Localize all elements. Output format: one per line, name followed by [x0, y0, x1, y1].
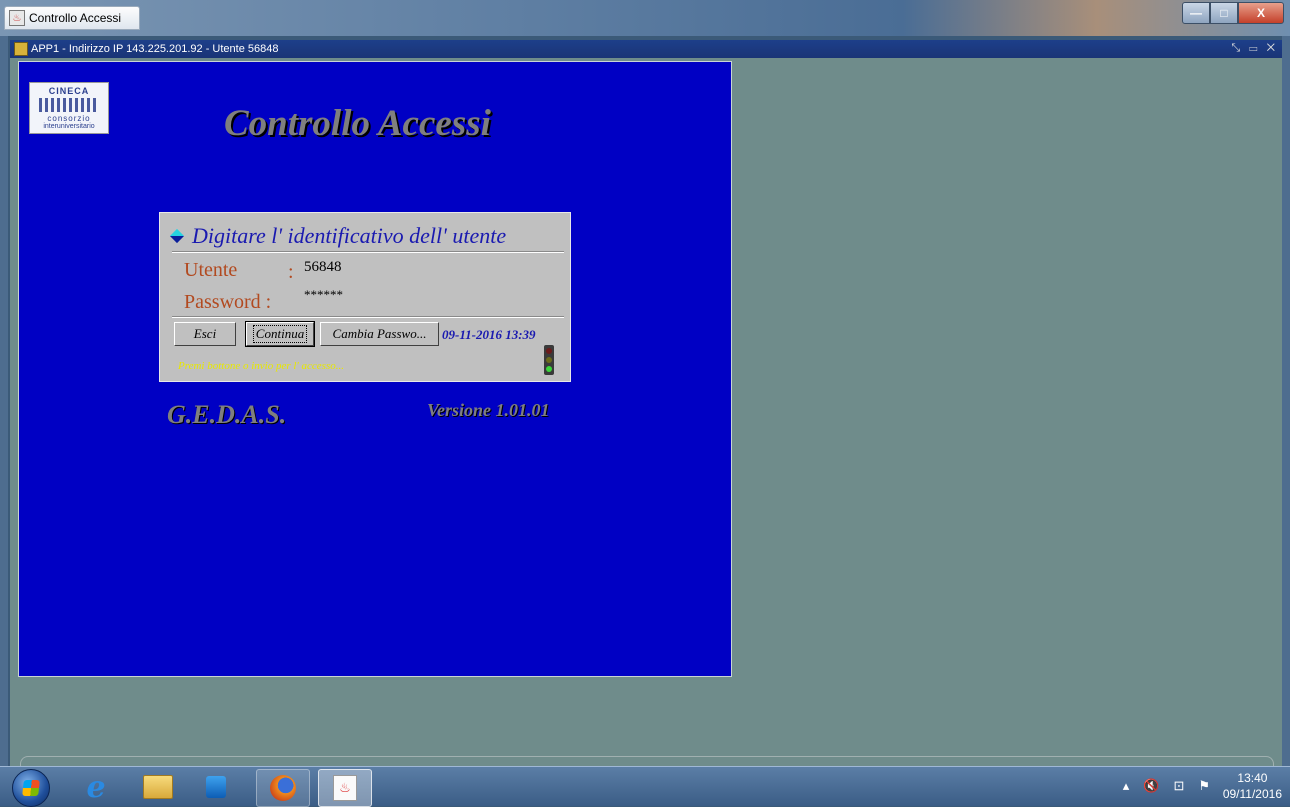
- java-app-icon: ♨: [9, 10, 25, 26]
- inner-frame-titlebar: APP1 - Indirizzo IP 143.225.201.92 - Ute…: [10, 40, 1282, 58]
- network-icon[interactable]: ⊡: [1173, 778, 1184, 794]
- window-controls: — □ X: [1182, 2, 1284, 24]
- maximize-button[interactable]: □: [1210, 2, 1238, 24]
- version-label: Versione 1.01.01: [427, 400, 550, 420]
- logo-text-cineca: CINECA: [48, 86, 90, 96]
- minimize-button[interactable]: —: [1182, 2, 1210, 24]
- firefox-icon[interactable]: [256, 769, 310, 807]
- clock-date: 09/11/2016: [1222, 787, 1282, 801]
- user-label: Utente: [184, 259, 238, 281]
- user-field[interactable]: 56848: [304, 259, 342, 276]
- window-frame-right: [1282, 36, 1290, 766]
- inner-frame-title: APP1 - Indirizzo IP 143.225.201.92 - Ute…: [31, 43, 279, 55]
- window-title: Controllo Accessi: [29, 11, 122, 25]
- user-colon: :: [288, 261, 294, 283]
- horizontal-scrollbar[interactable]: [20, 756, 1274, 766]
- cineca-logo: CINECA consorzio interuniversitario: [29, 82, 109, 134]
- change-password-button[interactable]: Cambia Passwo...: [320, 322, 439, 346]
- login-heading-text: Digitare l' identificativo dell' utente: [192, 223, 507, 248]
- window-frame-left: [0, 36, 8, 766]
- exit-button-label: Esci: [193, 326, 217, 341]
- exit-button[interactable]: Esci: [174, 322, 236, 346]
- internet-explorer-icon[interactable]: e: [70, 769, 122, 805]
- system-tray: ▴ 🔇 ⊡ ⚑: [1123, 778, 1210, 794]
- media-player-icon[interactable]: [190, 769, 242, 805]
- app-title: Controllo Accessi: [224, 103, 491, 144]
- logo-text-consorzio: consorzio: [47, 114, 91, 123]
- clock[interactable]: 13:40 09/11/2016: [1223, 770, 1282, 802]
- file-explorer-icon[interactable]: [132, 769, 184, 805]
- product-name: G.E.D.A.S.: [167, 400, 287, 429]
- logo-text-interuniversitario: interuniversitario: [43, 123, 95, 130]
- continue-button[interactable]: Continua: [245, 321, 315, 347]
- logo-graphic: [39, 98, 99, 112]
- password-field[interactable]: ******: [304, 287, 343, 303]
- traffic-light-icon: [544, 345, 554, 375]
- action-center-flag-icon[interactable]: ⚑: [1198, 778, 1210, 794]
- change-password-button-label: Cambia Passwo...: [332, 326, 427, 341]
- login-box: Digitare l' identificativo dell' utente …: [159, 212, 571, 382]
- start-icon[interactable]: [12, 769, 50, 807]
- window-title-tab[interactable]: ♨ Controllo Accessi: [4, 6, 140, 30]
- app-desktop: CINECA consorzio interuniversitario Cont…: [10, 58, 1282, 766]
- datetime: 09-11-2016 13:39: [442, 327, 536, 342]
- divider: [172, 251, 564, 253]
- password-label: Password :: [184, 291, 272, 313]
- continue-button-label: Continua: [252, 325, 308, 343]
- window-titlebar: ♨ Controllo Accessi — □ X: [0, 0, 1290, 36]
- login-panel: CINECA consorzio interuniversitario Cont…: [18, 61, 732, 677]
- login-heading: Digitare l' identificativo dell' utente: [169, 223, 507, 249]
- clock-time: 13:40: [1237, 771, 1268, 785]
- inner-frame-icon: [14, 42, 28, 56]
- java-icon[interactable]: ♨: [318, 769, 372, 807]
- divider: [172, 316, 564, 318]
- diamond-icon: [169, 228, 185, 244]
- status-message: Premi bottone o invio per l' accesso...: [178, 360, 344, 372]
- close-button[interactable]: X: [1238, 2, 1284, 24]
- show-hidden-icons-icon[interactable]: ▴: [1123, 778, 1130, 794]
- volume-muted-icon[interactable]: 🔇: [1143, 778, 1159, 794]
- taskbar: e ♨ ▴ 🔇 ⊡ ⚑ 13:40 09/11/2016: [0, 766, 1290, 807]
- inner-frame-controls[interactable]: ⤡ ▭ ✕: [1231, 42, 1278, 55]
